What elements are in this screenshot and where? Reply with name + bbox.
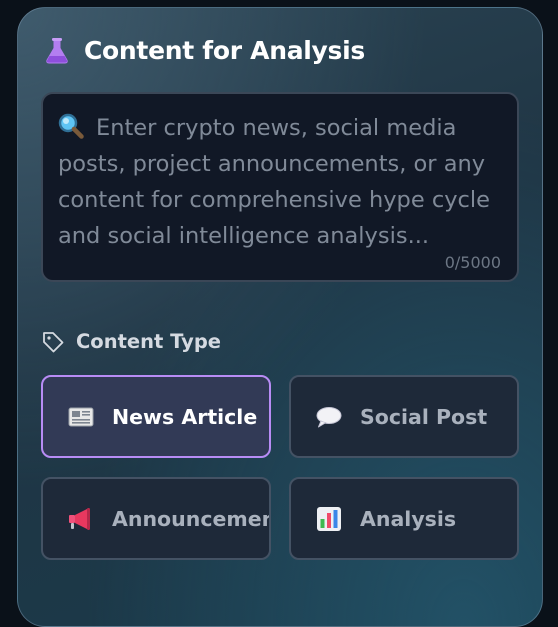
content-type-analysis-button[interactable]: Analysis [289, 477, 519, 560]
analysis-label: Analysis [360, 506, 457, 531]
social-post-label: Social Post [360, 404, 488, 429]
megaphone-icon [69, 507, 90, 530]
panel-title: Content for Analysis [84, 36, 365, 65]
content-textarea[interactable]: Enter crypto news, social media posts, p… [41, 92, 519, 282]
content-type-label: Content Type [76, 330, 222, 353]
content-type-news-article-button[interactable]: News Article [41, 375, 271, 458]
newspaper-icon [68, 407, 94, 426]
content-type-social-post-button[interactable]: Social Post [289, 375, 519, 458]
magnifier-icon [58, 113, 84, 139]
content-placeholder: Enter crypto news, social media posts, p… [58, 110, 503, 254]
panel-header: Content for Analysis [44, 36, 365, 65]
character-counter: 0/5000 [444, 253, 501, 272]
content-type-heading: Content Type [42, 330, 221, 353]
announcement-label: Announcement [112, 506, 271, 531]
placeholder-text: Enter crypto news, social media posts, p… [58, 115, 490, 249]
flask-icon [46, 37, 68, 63]
speech-bubble-icon [316, 406, 342, 427]
news-article-label: News Article [112, 404, 258, 429]
tag-icon [43, 331, 64, 352]
bar-chart-icon [317, 506, 341, 531]
content-type-announcement-button[interactable]: Announcement [41, 477, 271, 560]
